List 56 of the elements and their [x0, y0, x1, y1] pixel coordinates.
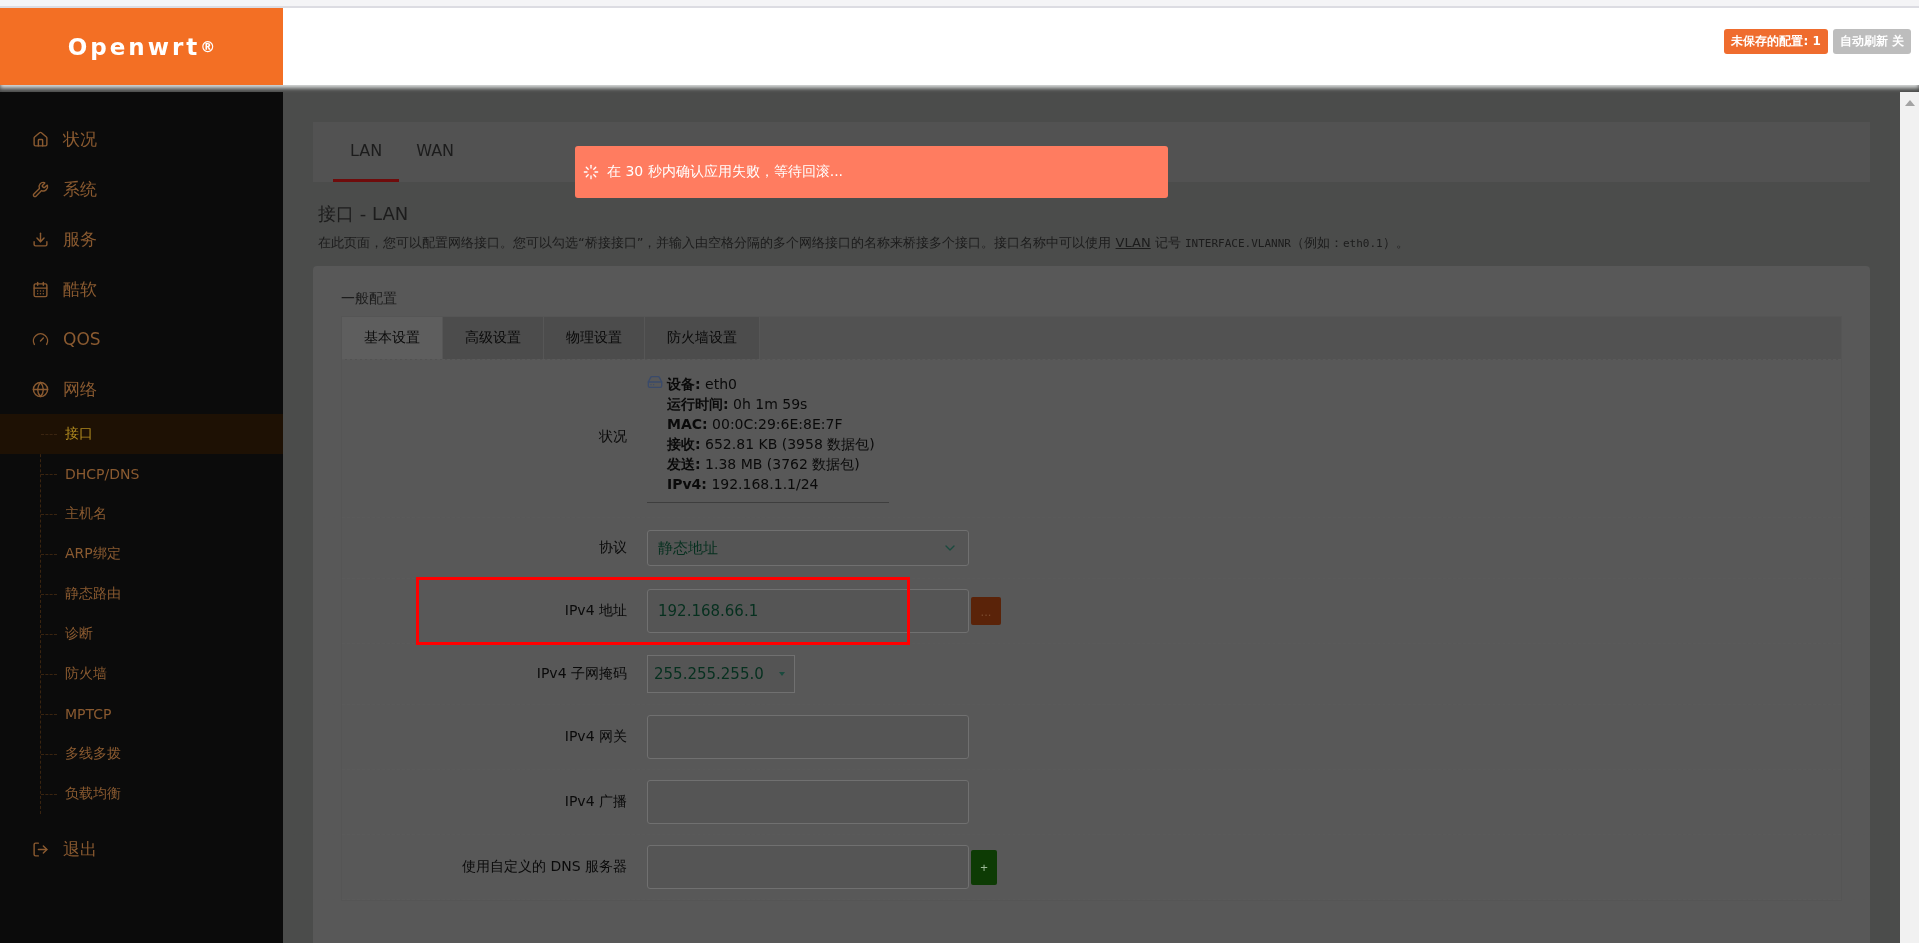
sidebar-item[interactable]: 服务	[0, 214, 283, 264]
sidebar-subitem[interactable]: 负载均衡	[0, 774, 283, 814]
menu-item-icon	[32, 230, 49, 248]
sidebar-item[interactable]: 状况	[0, 114, 283, 164]
scroll-up-icon[interactable]	[1904, 100, 1915, 106]
field-label: IPv4 地址	[563, 602, 628, 620]
sidebar-subitem[interactable]: ARP绑定	[0, 534, 283, 574]
field-label: IPv4 广播	[563, 793, 628, 811]
spinner-icon	[583, 164, 599, 180]
sidebar-item[interactable]: QOS	[0, 314, 283, 364]
input-field[interactable]	[647, 780, 969, 824]
scrollbar[interactable]	[1900, 92, 1919, 943]
field-label: 状况	[598, 427, 628, 446]
network-device-icon	[647, 374, 663, 390]
sidebar-item[interactable]: 酷软	[0, 264, 283, 314]
status-line: IPv4: 192.168.1.1/24	[667, 475, 820, 494]
settings-tab[interactable]: 物理设置	[544, 317, 645, 359]
toast-text: 在 30 秒内确认应用失败，等待回滚...	[607, 163, 844, 181]
status-line: 接收: 652.81 KB (3958 数据包)	[667, 435, 875, 454]
sidebar-subitem[interactable]: 诊断	[0, 614, 283, 654]
sidebar-subitem[interactable]: 静态路由	[0, 574, 283, 614]
status-line: 发送: 1.38 MB (3762 数据包)	[667, 455, 861, 474]
section-title: 一般配置	[341, 290, 398, 308]
input-field[interactable]	[647, 715, 969, 759]
sidebar-item[interactable]: 退出	[0, 824, 283, 874]
menu-item-icon	[32, 180, 49, 198]
protocol-select[interactable]: 静态地址	[647, 530, 969, 566]
sidebar-item[interactable]: 系统	[0, 164, 283, 214]
field-label: IPv4 网关	[563, 728, 628, 746]
settings-tab[interactable]: 防火墙设置	[645, 317, 760, 359]
field-label: 协议	[598, 539, 628, 557]
sidebar-subitem[interactable]: 主机名	[0, 494, 283, 534]
status-line: MAC: 00:0C:29:6E:8E:7F	[667, 415, 844, 434]
sidebar-subitem[interactable]: DHCP/DNS	[0, 454, 283, 494]
netmask-combobox[interactable]: 255.255.255.0	[647, 655, 795, 693]
sidebar-item[interactable]: 网络	[0, 364, 283, 414]
status-line: 运行时间: 0h 1m 59s	[667, 395, 809, 414]
status-line: 设备: eth0	[667, 375, 738, 394]
settings-tab[interactable]: 高级设置	[443, 317, 544, 359]
input-field[interactable]: 192.168.66.1	[647, 589, 969, 633]
sidebar-subitem[interactable]: 防火墙	[0, 654, 283, 694]
field-label: 使用自定义的 DNS 服务器	[460, 858, 628, 876]
auto-refresh-badge[interactable]: 自动刷新 关	[1832, 29, 1911, 54]
menu-item-icon	[32, 130, 49, 148]
input-field[interactable]	[647, 845, 969, 889]
add-button[interactable]: +	[971, 849, 997, 885]
menu-item-icon	[32, 840, 49, 858]
menu-item-icon	[32, 380, 49, 398]
menu-item-icon	[32, 330, 49, 348]
settings-tab[interactable]: 基本设置	[342, 317, 443, 359]
unsaved-changes-badge[interactable]: 未保存的配置: 1	[1724, 29, 1828, 54]
sidebar-subitem[interactable]: 接口	[0, 414, 283, 454]
sidebar-subitem[interactable]: 多线多拨	[0, 734, 283, 774]
field-label: IPv4 子网掩码	[535, 665, 628, 683]
sidebar-subitem[interactable]: MPTCP	[0, 694, 283, 734]
menu-item-icon	[32, 280, 49, 298]
